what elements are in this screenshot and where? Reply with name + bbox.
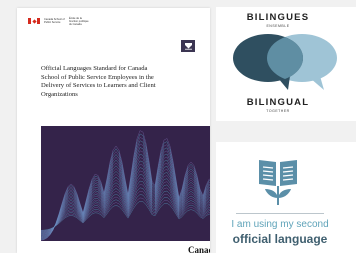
divider (236, 213, 324, 214)
second-language-line2: official language (232, 232, 328, 246)
bilingual-together-logo-card[interactable]: BILINGUES ENSEMBLE BILINGUAL TOGETHER (216, 7, 356, 121)
gov-header-fr: École de la fonction publique du Canada (69, 16, 89, 26)
bilingual-heading: BILINGUAL (246, 97, 310, 108)
second-official-language-card[interactable]: I am using my second official language (216, 142, 356, 253)
government-header: Canada School of Public Service École de… (28, 16, 91, 26)
bilingues-heading: BILINGUES (246, 12, 310, 23)
wave-pattern-image (41, 126, 210, 241)
document-title: Official Languages Standard for Canada S… (41, 65, 156, 98)
gov-header-en: Canada School of Public Service (44, 18, 65, 24)
csps-logo-icon (181, 40, 195, 52)
book-leaf-icon (259, 160, 297, 205)
second-language-line1: I am using my second (231, 219, 329, 230)
canada-flag-icon (28, 18, 40, 24)
together-subheading: TOGETHER (266, 109, 290, 113)
canada-wordmark: Canada (188, 245, 210, 253)
speech-bubbles-icon (233, 34, 337, 90)
ensemble-subheading: ENSEMBLE (266, 24, 290, 28)
document-cover-card[interactable]: Canada School of Public Service École de… (17, 8, 210, 253)
